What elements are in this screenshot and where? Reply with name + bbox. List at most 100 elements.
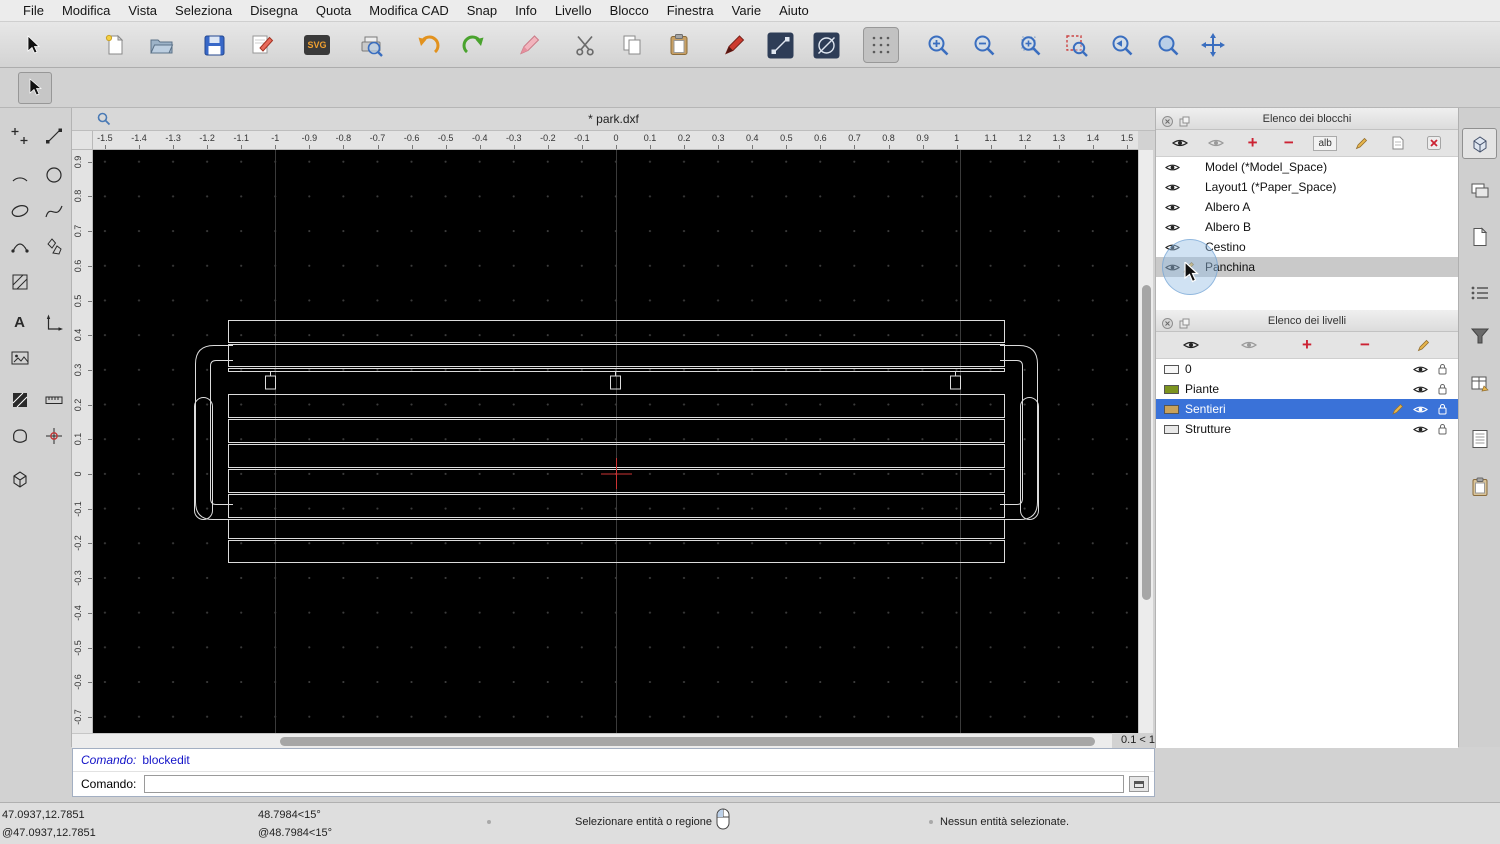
line-tool-palette-button[interactable] (39, 121, 68, 150)
menu-blocco[interactable]: Blocco (601, 3, 658, 18)
layer-color-swatch[interactable] (1164, 424, 1179, 434)
eye-icon[interactable] (1165, 242, 1180, 253)
print-preview-button[interactable] (354, 27, 390, 63)
eye-icon[interactable] (1165, 222, 1180, 233)
layer-row[interactable]: Strutture (1156, 419, 1458, 439)
layer-color-swatch[interactable] (1164, 384, 1179, 394)
lock-icon[interactable] (1438, 423, 1447, 435)
modify-layer-button[interactable] (1408, 335, 1438, 355)
circle-tool-palette-button[interactable] (39, 160, 68, 189)
selection-mode-button[interactable] (18, 72, 52, 104)
eye-icon[interactable] (1412, 404, 1428, 415)
library-panel-toggle[interactable] (1462, 221, 1497, 252)
block-row[interactable]: Layout1 (*Paper_Space) (1156, 177, 1458, 197)
close-panel-icon[interactable] (1162, 113, 1173, 135)
measure-tool-button[interactable] (39, 385, 68, 414)
block-row[interactable]: Panchina (1156, 257, 1458, 277)
grid-toggle-button[interactable] (863, 27, 899, 63)
edit-drawing-preferences-button[interactable] (244, 27, 280, 63)
layer-row[interactable]: 0 (1156, 359, 1458, 379)
command-options-button[interactable] (1129, 776, 1149, 792)
menu-info[interactable]: Info (506, 3, 546, 18)
show-all-layers-button[interactable] (1176, 335, 1206, 355)
eye-icon[interactable] (1165, 202, 1180, 213)
zoom-window-button[interactable] (1150, 27, 1186, 63)
line-tool-button[interactable] (762, 27, 798, 63)
pan-button[interactable] (1195, 27, 1231, 63)
polyline-tool-button[interactable] (5, 231, 34, 260)
lock-icon[interactable] (1438, 403, 1447, 415)
menu-aiuto[interactable]: Aiuto (770, 3, 818, 18)
command-input[interactable] (144, 775, 1124, 793)
eye-icon[interactable] (1165, 182, 1180, 193)
menu-livello[interactable]: Livello (546, 3, 601, 18)
isometric-tool-button[interactable] (5, 464, 34, 493)
hide-all-layers-button[interactable] (1234, 335, 1264, 355)
cut-button[interactable] (567, 27, 603, 63)
undo-button[interactable] (410, 27, 446, 63)
menu-finestra[interactable]: Finestra (658, 3, 723, 18)
eye-icon[interactable] (1165, 262, 1180, 273)
edit-block-button[interactable] (1383, 133, 1413, 153)
eye-icon[interactable] (1412, 364, 1428, 375)
drawing-canvas[interactable] (93, 150, 1138, 733)
add-layer-button[interactable]: + (1292, 335, 1322, 355)
horizontal-scroll-thumb[interactable] (280, 737, 1095, 746)
lock-icon[interactable] (1438, 383, 1447, 395)
eye-icon[interactable] (1412, 384, 1428, 395)
block-row[interactable]: Model (*Model_Space) (1156, 157, 1458, 177)
block-panel-toggle[interactable] (1462, 128, 1497, 159)
menu-snap[interactable]: Snap (458, 3, 506, 18)
point-tool-button[interactable] (5, 121, 34, 150)
menu-vista[interactable]: Vista (119, 3, 166, 18)
layer-row[interactable]: Sentieri (1156, 399, 1458, 419)
lock-icon[interactable] (1438, 363, 1447, 375)
view-list-toggle[interactable] (1462, 423, 1497, 454)
menu-file[interactable]: File (14, 3, 53, 18)
add-block-button[interactable]: + (1238, 133, 1268, 153)
menu-seleziona[interactable]: Seleziona (166, 3, 241, 18)
layer-panel-toggle[interactable] (1462, 174, 1497, 205)
snap-tool-button[interactable] (39, 421, 68, 450)
eye-icon[interactable] (1165, 162, 1180, 173)
dimension-tool-button[interactable] (39, 308, 68, 337)
open-file-button[interactable] (143, 27, 179, 63)
menu-modifica-cad[interactable]: Modifica CAD (360, 3, 457, 18)
ellipse-tool-button[interactable] (5, 196, 34, 225)
horizontal-scrollbar[interactable] (72, 733, 1112, 748)
draw-pen-button[interactable] (716, 27, 752, 63)
circle-tool-button[interactable] (808, 27, 844, 63)
detach-panel-icon[interactable] (1179, 315, 1190, 337)
hide-all-blocks-button[interactable] (1201, 133, 1231, 153)
layer-color-swatch[interactable] (1164, 364, 1179, 374)
property-editor-toggle[interactable] (1462, 368, 1497, 399)
spline-tool-button[interactable] (39, 196, 68, 225)
eraser-pen-button[interactable] (511, 27, 547, 63)
clipboard-panel-toggle[interactable] (1462, 471, 1497, 502)
menu-modifica[interactable]: Modifica (53, 3, 119, 18)
close-panel-icon[interactable] (1162, 315, 1173, 337)
block-row[interactable]: Albero A (1156, 197, 1458, 217)
svg-export-button[interactable]: SVG (299, 27, 335, 63)
menu-quota[interactable]: Quota (307, 3, 360, 18)
zoom-previous-button[interactable] (1104, 27, 1140, 63)
vertical-scroll-thumb[interactable] (1142, 285, 1151, 600)
paste-button[interactable] (661, 27, 697, 63)
eye-icon[interactable] (1412, 424, 1428, 435)
selection-filter-toggle[interactable] (1462, 320, 1497, 351)
redo-button[interactable] (456, 27, 492, 63)
new-file-button[interactable] (97, 27, 133, 63)
zoom-auto-button[interactable] (1012, 27, 1048, 63)
block-row[interactable]: Albero B (1156, 217, 1458, 237)
layer-row[interactable]: Piante (1156, 379, 1458, 399)
text-tool-button[interactable]: A (5, 308, 34, 337)
remove-block-button[interactable]: − (1274, 133, 1304, 153)
menu-varie[interactable]: Varie (723, 3, 770, 18)
vertical-scrollbar[interactable] (1138, 150, 1153, 733)
rename-block-button[interactable] (1346, 133, 1376, 153)
arc-tool-button[interactable] (5, 160, 34, 189)
block-row[interactable]: Cestino (1156, 237, 1458, 257)
menu-disegna[interactable]: Disegna (241, 3, 307, 18)
shape-tool-button[interactable] (5, 421, 34, 450)
remove-layer-button[interactable]: − (1350, 335, 1380, 355)
